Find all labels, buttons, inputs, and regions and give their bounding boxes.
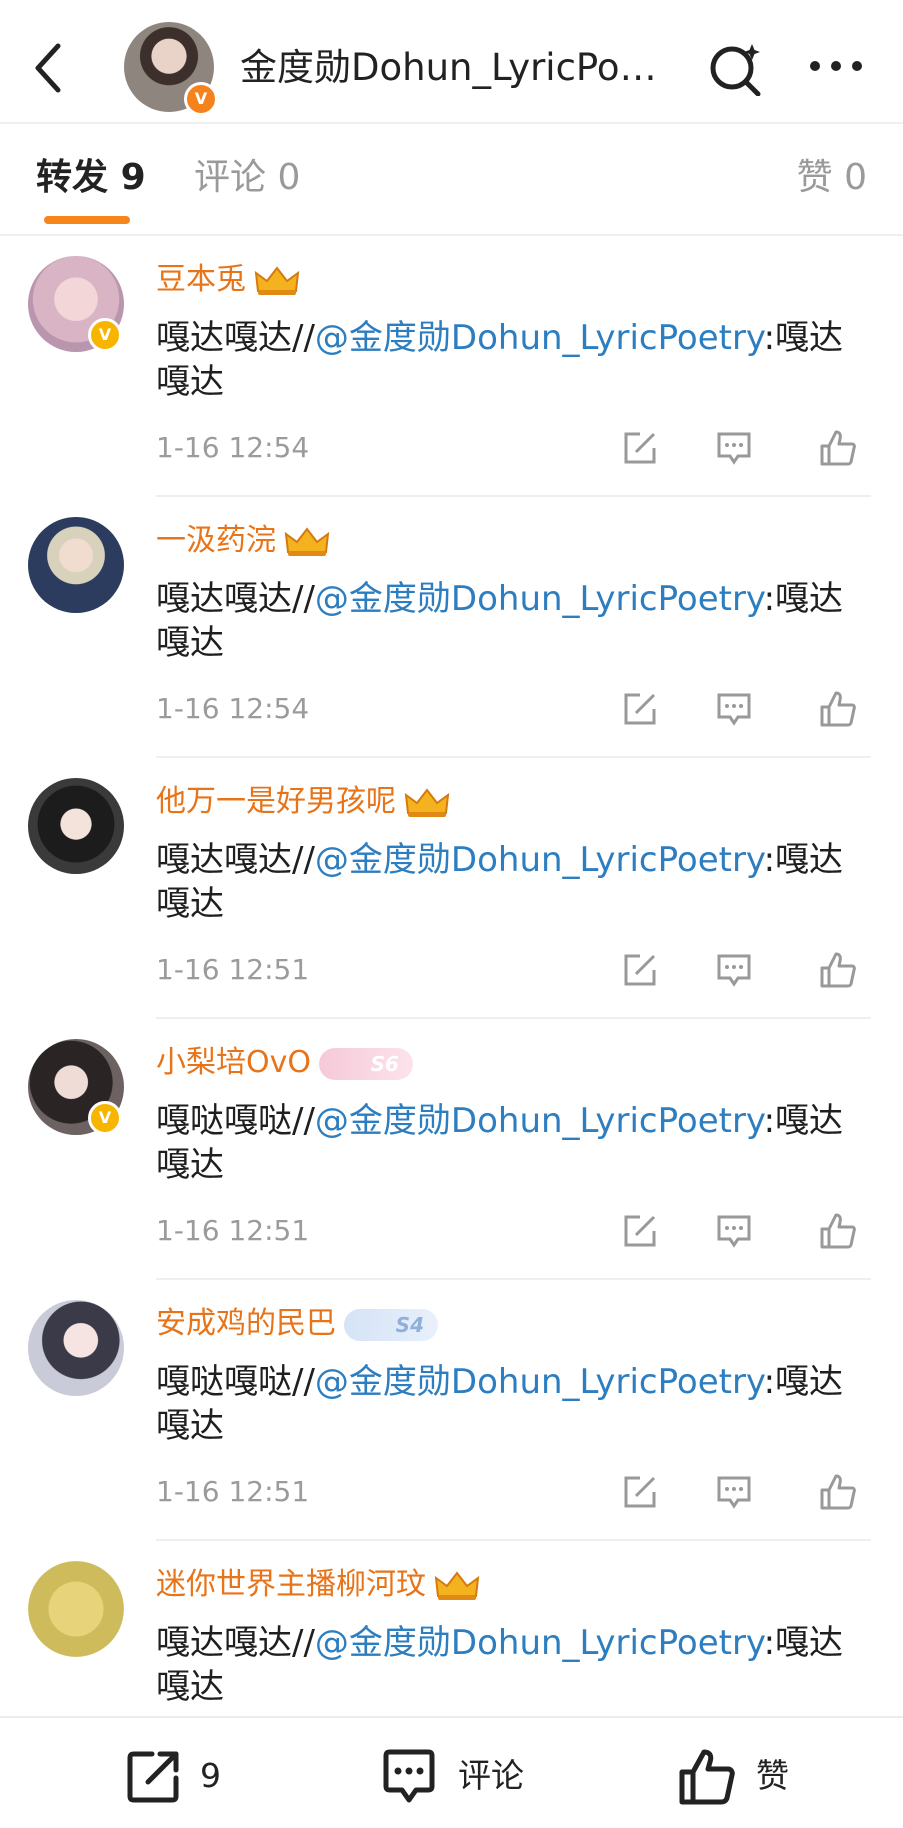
username[interactable]: 迷你世界主播柳河玟 — [156, 1565, 480, 1605]
like-icon[interactable] — [818, 1211, 858, 1251]
like-icon[interactable] — [818, 950, 858, 990]
crown-icon — [404, 787, 450, 817]
username[interactable]: 小梨培OvO S6 — [156, 1043, 413, 1083]
repost-icon[interactable] — [620, 428, 660, 468]
timestamp: 1-16 12:54 — [156, 431, 310, 464]
avatar[interactable] — [28, 517, 124, 613]
timestamp: 1-16 12:51 — [156, 953, 310, 986]
tab-comments[interactable]: 评论 0 — [194, 154, 300, 202]
tab-likes[interactable]: 赞 0 — [797, 154, 867, 202]
username[interactable]: 安成鸡的民巴 S4 — [156, 1304, 438, 1344]
active-tab-indicator — [44, 216, 130, 224]
crown-icon — [254, 265, 300, 295]
mention-link[interactable]: @金度勋Dohun_LyricPoetry — [315, 1101, 764, 1141]
repost-list: V 豆本兎 嘎达嘎达//@金度勋Dohun_LyricPoetry:嘎达嘎达 1… — [0, 236, 903, 1802]
comment-icon[interactable] — [714, 1472, 754, 1512]
like-icon — [679, 1749, 735, 1805]
timestamp: 1-16 12:51 — [156, 1475, 310, 1508]
tab-count: 9 — [120, 157, 146, 198]
repost-icon[interactable] — [620, 1472, 660, 1512]
like-label: 赞 — [756, 1756, 789, 1795]
search-sparkle-icon[interactable] — [708, 40, 764, 96]
crown-icon — [284, 526, 330, 556]
verified-badge-icon: V — [88, 318, 122, 352]
repost-icon — [127, 1751, 179, 1803]
comment-icon[interactable] — [714, 1211, 754, 1251]
bottom-action-bar: 9 评论 赞 — [0, 1716, 903, 1828]
mention-link[interactable]: @金度勋Dohun_LyricPoetry — [315, 1362, 764, 1402]
tab-label: 赞 — [796, 157, 833, 198]
tab-count: 0 — [844, 157, 867, 198]
username[interactable]: 豆本兎 — [156, 260, 300, 300]
page-title[interactable]: 金度勋Dohun_LyricPoetry — [240, 44, 660, 92]
timestamp: 1-16 12:51 — [156, 1214, 310, 1247]
like-icon[interactable] — [818, 1472, 858, 1512]
mention-link[interactable]: @金度勋Dohun_LyricPoetry — [315, 579, 764, 619]
verified-badge-icon: V — [88, 1101, 122, 1135]
tab-reposts[interactable]: 转发 9 — [36, 154, 146, 202]
comment-icon[interactable] — [714, 428, 754, 468]
repost-text: 嘎哒嘎哒//@金度勋Dohun_LyricPoetry:嘎达嘎达 — [156, 1362, 844, 1446]
avatar[interactable] — [28, 778, 124, 874]
repost-text: 嘎哒嘎哒//@金度勋Dohun_LyricPoetry:嘎达嘎达 — [156, 1101, 844, 1185]
tab-count: 0 — [277, 157, 301, 198]
list-item[interactable]: 安成鸡的民巴 S4 嘎哒嘎哒//@金度勋Dohun_LyricPoetry:嘎达嘎… — [0, 1280, 903, 1541]
list-item[interactable]: V 豆本兎 嘎达嘎达//@金度勋Dohun_LyricPoetry:嘎达嘎达 1… — [0, 236, 903, 497]
repost-icon[interactable] — [620, 950, 660, 990]
like-icon[interactable] — [818, 689, 858, 729]
username[interactable]: 一汲药浣 — [156, 521, 330, 561]
tab-label: 转发 — [36, 157, 109, 198]
crown-icon — [434, 1570, 480, 1600]
repost-text: 嘎达嘎达//@金度勋Dohun_LyricPoetry:嘎达嘎达 — [156, 318, 844, 402]
list-item[interactable]: 他万一是好男孩呢 嘎达嘎达//@金度勋Dohun_LyricPoetry:嘎达嘎… — [0, 758, 903, 1019]
list-item[interactable]: 一汲药浣 嘎达嘎达//@金度勋Dohun_LyricPoetry:嘎达嘎达 1-… — [0, 497, 903, 758]
tab-label: 评论 — [194, 157, 267, 198]
back-arrow-icon[interactable] — [30, 40, 66, 96]
repost-icon[interactable] — [620, 689, 660, 729]
repost-text: 嘎达嘎达//@金度勋Dohun_LyricPoetry:嘎达嘎达 — [156, 1623, 844, 1707]
mention-link[interactable]: @金度勋Dohun_LyricPoetry — [315, 318, 764, 358]
repost-icon[interactable] — [620, 1211, 660, 1251]
comment-label: 评论 — [458, 1756, 524, 1795]
timestamp: 1-16 12:54 — [156, 692, 310, 725]
mention-link[interactable]: @金度勋Dohun_LyricPoetry — [315, 840, 764, 880]
comment-icon[interactable] — [714, 689, 754, 729]
username[interactable]: 他万一是好男孩呢 — [156, 782, 450, 822]
repost-count: 9 — [200, 1756, 221, 1795]
avatar[interactable] — [28, 1300, 124, 1396]
repost-text: 嘎达嘎达//@金度勋Dohun_LyricPoetry:嘎达嘎达 — [156, 840, 844, 924]
more-dots-icon[interactable] — [808, 56, 864, 76]
level-badge: S4 — [344, 1308, 438, 1341]
top-nav-bar: V 金度勋Dohun_LyricPoetry — [0, 0, 903, 124]
comment-icon — [383, 1749, 435, 1803]
mention-link[interactable]: @金度勋Dohun_LyricPoetry — [315, 1623, 764, 1663]
comment-icon[interactable] — [714, 950, 754, 990]
like-icon[interactable] — [818, 428, 858, 468]
avatar[interactable] — [28, 1561, 124, 1657]
tab-bar: 转发 9 评论 0 赞 0 — [0, 124, 903, 236]
list-item[interactable]: V 小梨培OvO S6 嘎哒嘎哒//@金度勋Dohun_LyricPoetry:嘎… — [0, 1019, 903, 1280]
verified-badge-icon: V — [184, 82, 218, 116]
repost-text: 嘎达嘎达//@金度勋Dohun_LyricPoetry:嘎达嘎达 — [156, 579, 844, 663]
level-badge: S6 — [318, 1047, 413, 1080]
